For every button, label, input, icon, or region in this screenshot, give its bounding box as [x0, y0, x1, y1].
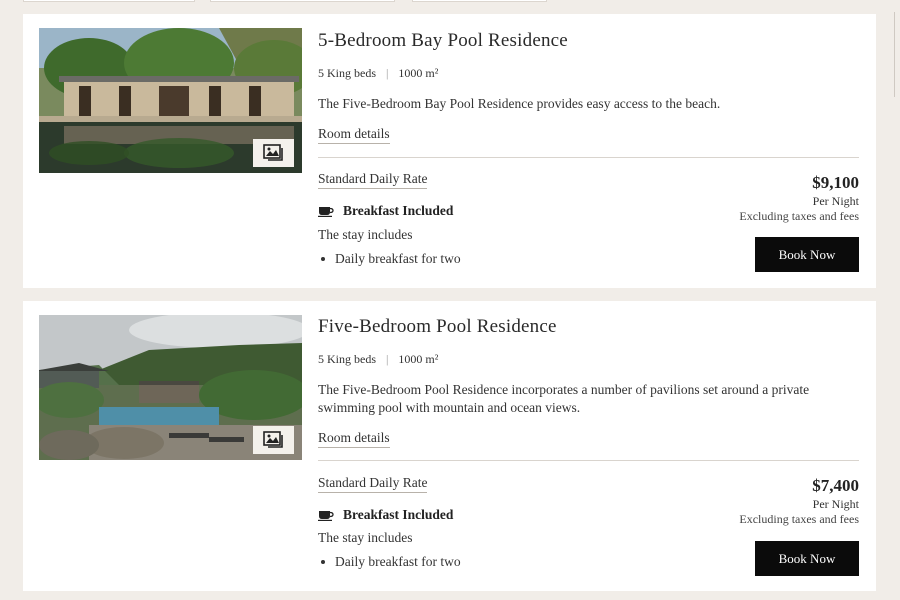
- scroll-edge: [894, 12, 900, 97]
- room-description: The Five-Bedroom Bay Pool Residence prov…: [318, 96, 721, 111]
- price-amount: $7,400: [812, 476, 859, 495]
- book-now-button[interactable]: Book Now: [755, 237, 859, 272]
- inclusion-text: Daily breakfast for two: [335, 251, 461, 266]
- room-meta: 5 King beds | 1000 m²: [318, 66, 438, 81]
- room-title: 5-Bedroom Bay Pool Residence: [318, 30, 568, 51]
- gallery-button[interactable]: [253, 139, 294, 167]
- rate-name-link[interactable]: Standard Daily Rate: [318, 475, 428, 493]
- price-block: $7,400 Per Night Excluding taxes and fee…: [739, 476, 859, 527]
- bullet-dot: [321, 257, 325, 261]
- tab-outline-1[interactable]: [23, 0, 195, 2]
- rate-name-link[interactable]: Standard Daily Rate: [318, 171, 428, 189]
- book-now-button[interactable]: Book Now: [755, 541, 859, 576]
- room-card: 5-Bedroom Bay Pool Residence 5 King beds…: [23, 14, 876, 288]
- gallery-button[interactable]: [253, 426, 294, 454]
- divider: [318, 460, 859, 461]
- gallery-icon: [262, 431, 285, 449]
- room-beds: 5 King beds: [318, 352, 376, 366]
- stay-includes-label: The stay includes: [318, 530, 413, 545]
- price-amount: $9,100: [812, 173, 859, 192]
- breakfast-label: Breakfast Included: [343, 203, 454, 218]
- inclusion-text: Daily breakfast for two: [335, 554, 461, 569]
- meta-separator: |: [386, 66, 389, 80]
- room-details-link[interactable]: Room details: [318, 430, 390, 448]
- price-note: Excluding taxes and fees: [739, 512, 859, 526]
- room-area: 1000 m²: [398, 352, 439, 366]
- price-unit: Per Night: [812, 194, 859, 208]
- coffee-cup-icon: [318, 510, 334, 521]
- room-description: The Five-Bedroom Pool Residence incorpor…: [318, 382, 810, 415]
- room-area: 1000 m²: [398, 66, 439, 80]
- price-unit: Per Night: [812, 497, 859, 511]
- meta-separator: |: [386, 352, 389, 366]
- breakfast-label: Breakfast Included: [343, 507, 454, 522]
- divider: [318, 157, 859, 158]
- stay-includes-label: The stay includes: [318, 227, 413, 242]
- inclusion-item: Daily breakfast for two: [318, 251, 461, 267]
- room-meta: 5 King beds | 1000 m²: [318, 352, 438, 367]
- price-note: Excluding taxes and fees: [739, 209, 859, 223]
- room-card: Five-Bedroom Pool Residence 5 King beds |…: [23, 301, 876, 591]
- room-photo[interactable]: [39, 28, 302, 173]
- coffee-cup-icon: [318, 206, 334, 217]
- room-title: Five-Bedroom Pool Residence: [318, 316, 557, 337]
- bullet-dot: [321, 560, 325, 564]
- room-details-link[interactable]: Room details: [318, 126, 390, 144]
- gallery-icon: [262, 144, 285, 162]
- tab-outline-3[interactable]: [412, 0, 547, 2]
- room-photo[interactable]: [39, 315, 302, 460]
- breakfast-included: Breakfast Included: [318, 203, 453, 219]
- tab-outline-2[interactable]: [210, 0, 395, 2]
- inclusion-item: Daily breakfast for two: [318, 554, 461, 570]
- room-beds: 5 King beds: [318, 66, 376, 80]
- breakfast-included: Breakfast Included: [318, 507, 453, 523]
- top-tab-strip: [0, 0, 900, 6]
- price-block: $9,100 Per Night Excluding taxes and fee…: [739, 173, 859, 224]
